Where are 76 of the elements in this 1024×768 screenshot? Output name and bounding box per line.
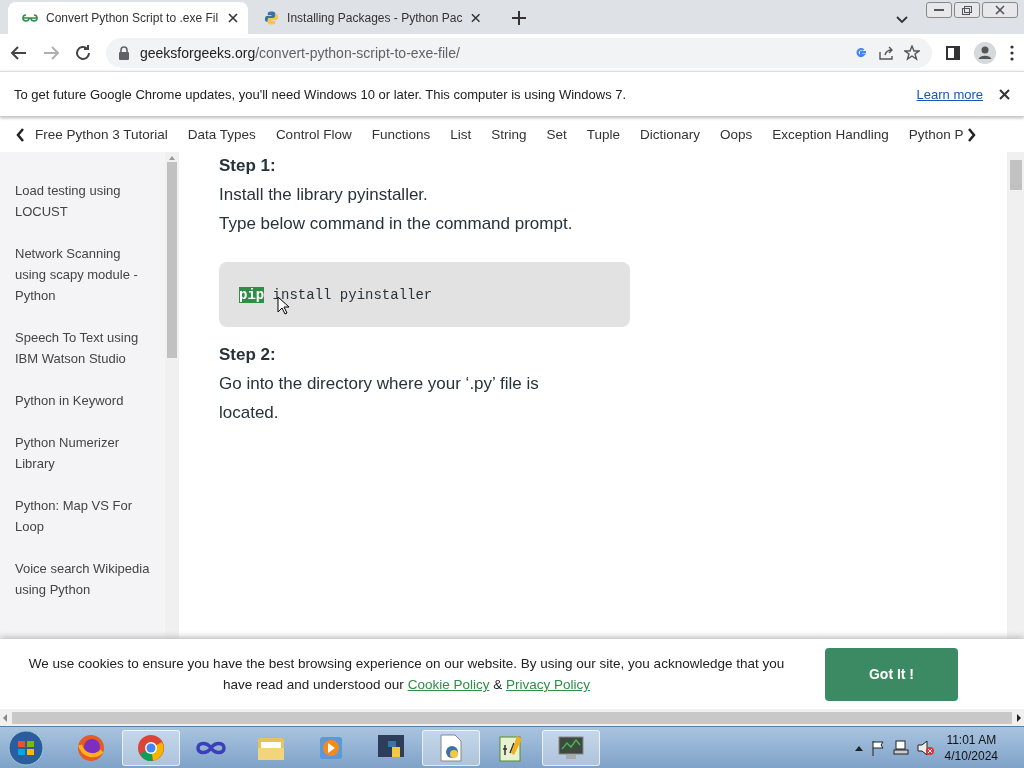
sidebar-link[interactable]: Network Scanning using scapy module - Python — [15, 243, 155, 306]
caret-icon[interactable] — [854, 744, 863, 751]
topic-link[interactable]: Data Types — [187, 127, 256, 142]
topic-link[interactable]: Dictionary — [640, 127, 701, 142]
logo-icon — [22, 13, 38, 23]
sidebar-link[interactable]: Load testing using LOCUST — [15, 180, 155, 222]
paragraph: Go into the directory where your ‘.py’ file is located. — [219, 373, 540, 424]
sidebar-link[interactable]: Python in Keyword — [15, 390, 155, 411]
topic-link[interactable]: Exception Handling — [772, 127, 889, 142]
step-heading: Step 1: — [219, 155, 277, 177]
topic-link[interactable]: Free Python 3 Tutorial — [35, 127, 168, 142]
back-icon[interactable] — [10, 43, 28, 62]
scrollbar[interactable] — [1007, 152, 1024, 639]
minimize-icon — [934, 8, 944, 12]
cookie-policy-link[interactable]: Cookie Policy — [407, 677, 490, 692]
topic-link[interactable]: String — [491, 127, 527, 142]
update-message: To get future Google Chrome updates, you'll need Windows 10 or later. This computer is using Windows 7. — [14, 86, 628, 102]
close-icon[interactable] — [999, 88, 1010, 100]
topic-link[interactable]: Set — [546, 127, 567, 142]
monitor-icon[interactable] — [556, 733, 586, 762]
topic-link[interactable]: List — [450, 127, 472, 142]
fox-globe-icon[interactable] — [76, 732, 106, 763]
reload-icon[interactable] — [74, 43, 92, 62]
close-icon[interactable] — [228, 13, 238, 23]
menu-icon[interactable] — [1010, 44, 1014, 61]
snake-logo-icon — [264, 10, 280, 26]
accept-button[interactable]: Got It ! — [825, 647, 958, 701]
chevron-right-icon[interactable] — [967, 127, 977, 142]
chrome-icon[interactable] — [136, 732, 166, 763]
privacy-policy-link[interactable]: Privacy Policy — [506, 677, 590, 692]
paragraph: Type below command in the command prompt. — [219, 213, 574, 235]
sidebar-link[interactable]: Voice search Wikipedia using Python — [15, 558, 155, 600]
star-icon[interactable] — [904, 44, 920, 61]
restore-icon — [962, 5, 972, 15]
topic-link[interactable]: Control Flow — [275, 127, 352, 142]
sidebar-link[interactable]: Speech To Text using IBM Watson Studio — [15, 327, 155, 369]
paragraph: Install the library pyinstaller. — [219, 184, 429, 206]
topic-link[interactable]: Tuple — [586, 127, 621, 142]
caret-icon[interactable] — [896, 16, 908, 24]
flag-icon[interactable] — [870, 739, 885, 756]
chevron-left-icon[interactable] — [16, 127, 25, 142]
address-bar[interactable]: geeksforgeeks.org/convert-python-script-to-exe-file/ — [106, 37, 932, 68]
taskbar-button[interactable] — [542, 729, 600, 766]
start-button[interactable] — [6, 728, 46, 767]
close-icon — [995, 5, 1005, 15]
share-icon[interactable] — [878, 45, 894, 60]
code-block: pip install pyinstaller — [219, 262, 630, 327]
scroll-right-icon[interactable] — [1016, 713, 1022, 722]
new-tab-icon[interactable] — [512, 11, 526, 25]
taskbar-button[interactable] — [422, 729, 480, 766]
topic-link[interactable]: Python P — [908, 127, 964, 142]
step-heading: Step 2: — [219, 344, 277, 366]
topic-link[interactable]: Functions — [371, 127, 431, 142]
scrollbar[interactable] — [165, 152, 179, 639]
browser-tab[interactable]: Convert Python Script to .exe Fil — [8, 2, 248, 34]
speaker-muted-icon[interactable] — [916, 739, 935, 756]
clock[interactable]: 11:01 AM 4/10/2024 — [944, 731, 998, 764]
sidebar-link[interactable]: Python: Map VS For Loop — [15, 495, 155, 537]
network-icon[interactable] — [892, 739, 909, 756]
scroll-left-icon[interactable] — [2, 713, 8, 722]
scrollbar[interactable] — [0, 709, 1024, 726]
browser-tab[interactable]: Installing Packages - Python Pac — [250, 2, 490, 34]
profile-icon[interactable] — [974, 41, 996, 64]
lock-icon — [118, 45, 130, 60]
google-icon[interactable] — [854, 45, 868, 60]
sidebar-link[interactable]: Python Numerizer Library — [15, 432, 155, 474]
cookie-notice: We use cookies to ensure you have the best browsing experience on our website. By using our site, you acknowledge that you have read and understood our Cookie Policy & Privacy Policy — [27, 655, 786, 694]
restore-button[interactable] — [954, 2, 980, 18]
taskbar-button[interactable] — [122, 729, 180, 766]
minimize-button[interactable] — [926, 2, 952, 18]
document-icon[interactable] — [437, 732, 465, 763]
learn-more-link[interactable]: Learn more — [916, 86, 983, 102]
side-panel-icon[interactable] — [946, 45, 960, 60]
close-button[interactable] — [982, 2, 1018, 18]
close-icon[interactable] — [470, 13, 480, 23]
topic-link[interactable]: Oops — [720, 127, 753, 142]
